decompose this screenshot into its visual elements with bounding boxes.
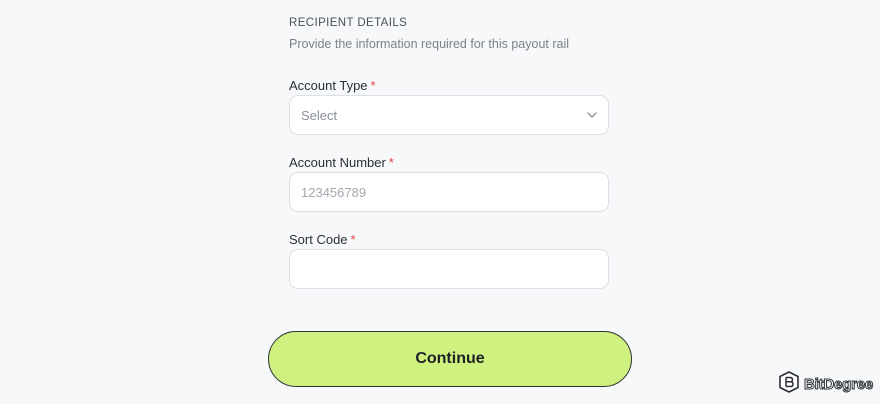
section-subtitle: Provide the information required for thi… xyxy=(289,37,570,51)
sort-code-label-text: Sort Code xyxy=(289,232,348,247)
required-mark: * xyxy=(350,232,356,247)
account-number-label: Account Number * xyxy=(289,155,394,170)
bitdegree-watermark: BitDegree xyxy=(778,371,874,398)
sort-code-input[interactable] xyxy=(289,249,609,289)
bitdegree-logo-icon xyxy=(778,371,800,398)
chevron-down-icon xyxy=(587,112,597,118)
account-type-label: Account Type * xyxy=(289,78,376,93)
required-mark: * xyxy=(388,155,394,170)
account-number-input[interactable]: 123456789 xyxy=(289,172,609,212)
account-type-select[interactable]: Select xyxy=(289,95,609,135)
account-number-placeholder: 123456789 xyxy=(301,184,367,200)
continue-button[interactable]: Continue xyxy=(268,331,632,387)
bitdegree-watermark-text: BitDegree xyxy=(803,376,873,394)
required-mark: * xyxy=(370,78,376,93)
account-type-label-text: Account Type xyxy=(289,78,368,93)
section-title: RECIPIENT DETAILS xyxy=(289,17,408,29)
account-number-label-text: Account Number xyxy=(289,155,386,170)
account-type-select-value: Select xyxy=(301,107,338,123)
sort-code-label: Sort Code * xyxy=(289,232,356,247)
